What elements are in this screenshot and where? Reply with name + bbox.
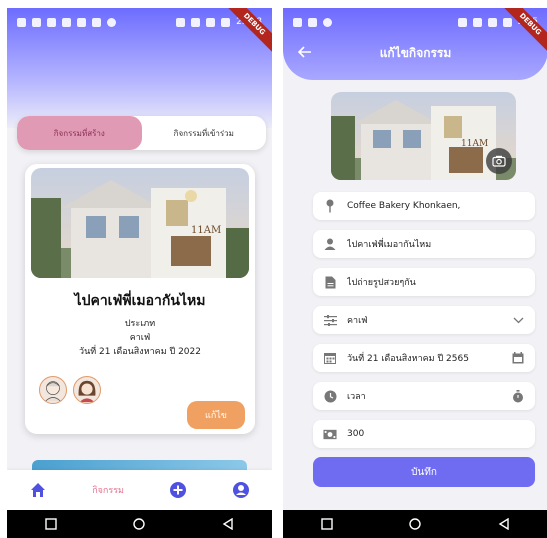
triangle-back-icon bbox=[222, 518, 233, 530]
lock-icon bbox=[92, 17, 101, 27]
square-icon bbox=[45, 518, 57, 530]
description-value: ไปถ่ายรูปสวยๆกัน bbox=[347, 278, 416, 288]
lock-icon bbox=[308, 17, 317, 27]
activity-name-value: ไปคาเฟ่พี่เมอากันไหม bbox=[347, 240, 432, 250]
photo-sign-text: 11AM bbox=[461, 139, 488, 149]
wifi-icon bbox=[472, 17, 482, 27]
chevron-down-icon bbox=[511, 313, 525, 327]
battery-icon bbox=[502, 17, 512, 27]
signal-icon bbox=[206, 17, 216, 27]
date-field[interactable]: วันที่ 21 เดือนสิงหาคม ปี 2565 bbox=[313, 344, 535, 372]
circle-icon bbox=[409, 518, 422, 530]
status-bar: 24:5 bbox=[283, 8, 547, 36]
change-photo-button[interactable] bbox=[486, 148, 512, 174]
circle-icon bbox=[133, 518, 146, 530]
calendar-grid-icon bbox=[323, 351, 337, 365]
vibrate-icon bbox=[176, 17, 186, 27]
save-button[interactable]: บันทึก bbox=[313, 457, 535, 487]
system-navigation-bar bbox=[283, 510, 547, 538]
usb-icon bbox=[77, 17, 86, 27]
edit-button[interactable]: แก้ไข bbox=[187, 401, 245, 429]
time-field[interactable]: เวลา bbox=[313, 382, 535, 410]
image-icon bbox=[62, 17, 71, 27]
activity-list-screen: 23:38 DEBUG กิจกรรมที่สร้าง กิจกรรมที่เข… bbox=[7, 8, 272, 538]
system-navigation-bar bbox=[7, 510, 272, 538]
activity-tabs: กิจกรรมที่สร้าง กิจกรรมที่เข้าร่วม bbox=[17, 116, 266, 150]
youtube-icon bbox=[47, 17, 56, 27]
tab-joined-activities[interactable]: กิจกรรมที่เข้าร่วม bbox=[142, 116, 267, 150]
edit-activity-screen: 24:5 DEBUG แก้ไขกิจกรรม 11AM bbox=[283, 8, 547, 538]
date-value: วันที่ 21 เดือนสิงหาคม ปี 2565 bbox=[347, 354, 469, 364]
activity-date: วันที่ 21 เดือนสิงหาคม ปี 2022 bbox=[79, 347, 201, 357]
bottom-navigation: กิจกรรม bbox=[7, 470, 272, 510]
price-field[interactable]: 300 bbox=[313, 420, 535, 448]
activity-photo-editor[interactable]: 11AM bbox=[331, 92, 516, 180]
calendar-icon[interactable] bbox=[511, 351, 525, 365]
vibrate-icon bbox=[457, 17, 467, 27]
nav-add[interactable] bbox=[169, 470, 187, 510]
wifi-icon bbox=[191, 17, 201, 27]
clock-icon bbox=[323, 389, 337, 403]
battery-icon bbox=[221, 17, 231, 27]
home-button[interactable] bbox=[409, 518, 422, 530]
category-dropdown[interactable]: คาเฟ่ bbox=[313, 306, 535, 334]
download-icon bbox=[17, 17, 26, 27]
location-icon bbox=[323, 17, 332, 27]
activity-type-label: ประเภท bbox=[124, 319, 156, 329]
pin-icon bbox=[323, 199, 337, 213]
recents-button[interactable] bbox=[45, 518, 57, 530]
camera-icon bbox=[492, 155, 506, 167]
location-value: Coffee Bakery Khonkaen, bbox=[347, 201, 461, 211]
activity-photo: 11AM bbox=[31, 168, 249, 278]
home-button[interactable] bbox=[133, 518, 146, 530]
participant-avatar[interactable] bbox=[73, 376, 101, 404]
activity-card[interactable]: 11AM ไปคาเฟ่พี่เมอากันไหม ประเภท คาเฟ่ ว… bbox=[25, 164, 255, 434]
add-circle-icon bbox=[169, 482, 186, 498]
signal-icon bbox=[487, 17, 497, 27]
activity-name-field[interactable]: ไปคาเฟ่พี่เมอากันไหม bbox=[313, 230, 535, 258]
document-icon bbox=[323, 275, 337, 289]
home-icon bbox=[31, 483, 46, 497]
gallery-icon bbox=[32, 17, 41, 27]
sliders-icon bbox=[323, 313, 337, 327]
recents-button[interactable] bbox=[321, 518, 333, 530]
back-button[interactable] bbox=[222, 518, 234, 530]
back-button[interactable] bbox=[498, 518, 510, 530]
page-title: แก้ไขกิจกรรม bbox=[379, 46, 452, 60]
profile-icon bbox=[232, 482, 249, 498]
category-value: คาเฟ่ bbox=[347, 316, 368, 326]
person-icon bbox=[323, 237, 337, 251]
time-value: เวลา bbox=[347, 392, 366, 402]
activity-title: ไปคาเฟ่พี่เมอากันไหม bbox=[74, 293, 206, 309]
timer-icon[interactable] bbox=[511, 389, 525, 403]
location-field[interactable]: Coffee Bakery Khonkaen, bbox=[313, 192, 535, 220]
square-icon bbox=[321, 518, 333, 530]
money-icon bbox=[323, 427, 337, 441]
triangle-back-icon bbox=[498, 518, 509, 530]
description-field[interactable]: ไปถ่ายรูปสวยๆกัน bbox=[313, 268, 535, 296]
participant-avatar[interactable] bbox=[39, 376, 67, 404]
nav-activity[interactable]: กิจกรรม bbox=[92, 470, 124, 510]
activity-type-value: คาเฟ่ bbox=[129, 333, 151, 343]
nav-activity-label: กิจกรรม bbox=[92, 486, 124, 496]
nav-home[interactable] bbox=[29, 470, 47, 510]
location-icon bbox=[107, 17, 116, 27]
usb-icon bbox=[293, 17, 302, 27]
tab-created-activities[interactable]: กิจกรรมที่สร้าง bbox=[17, 116, 142, 150]
price-value: 300 bbox=[347, 429, 365, 439]
nav-profile[interactable] bbox=[232, 470, 250, 510]
photo-sign-text: 11AM bbox=[191, 225, 221, 236]
